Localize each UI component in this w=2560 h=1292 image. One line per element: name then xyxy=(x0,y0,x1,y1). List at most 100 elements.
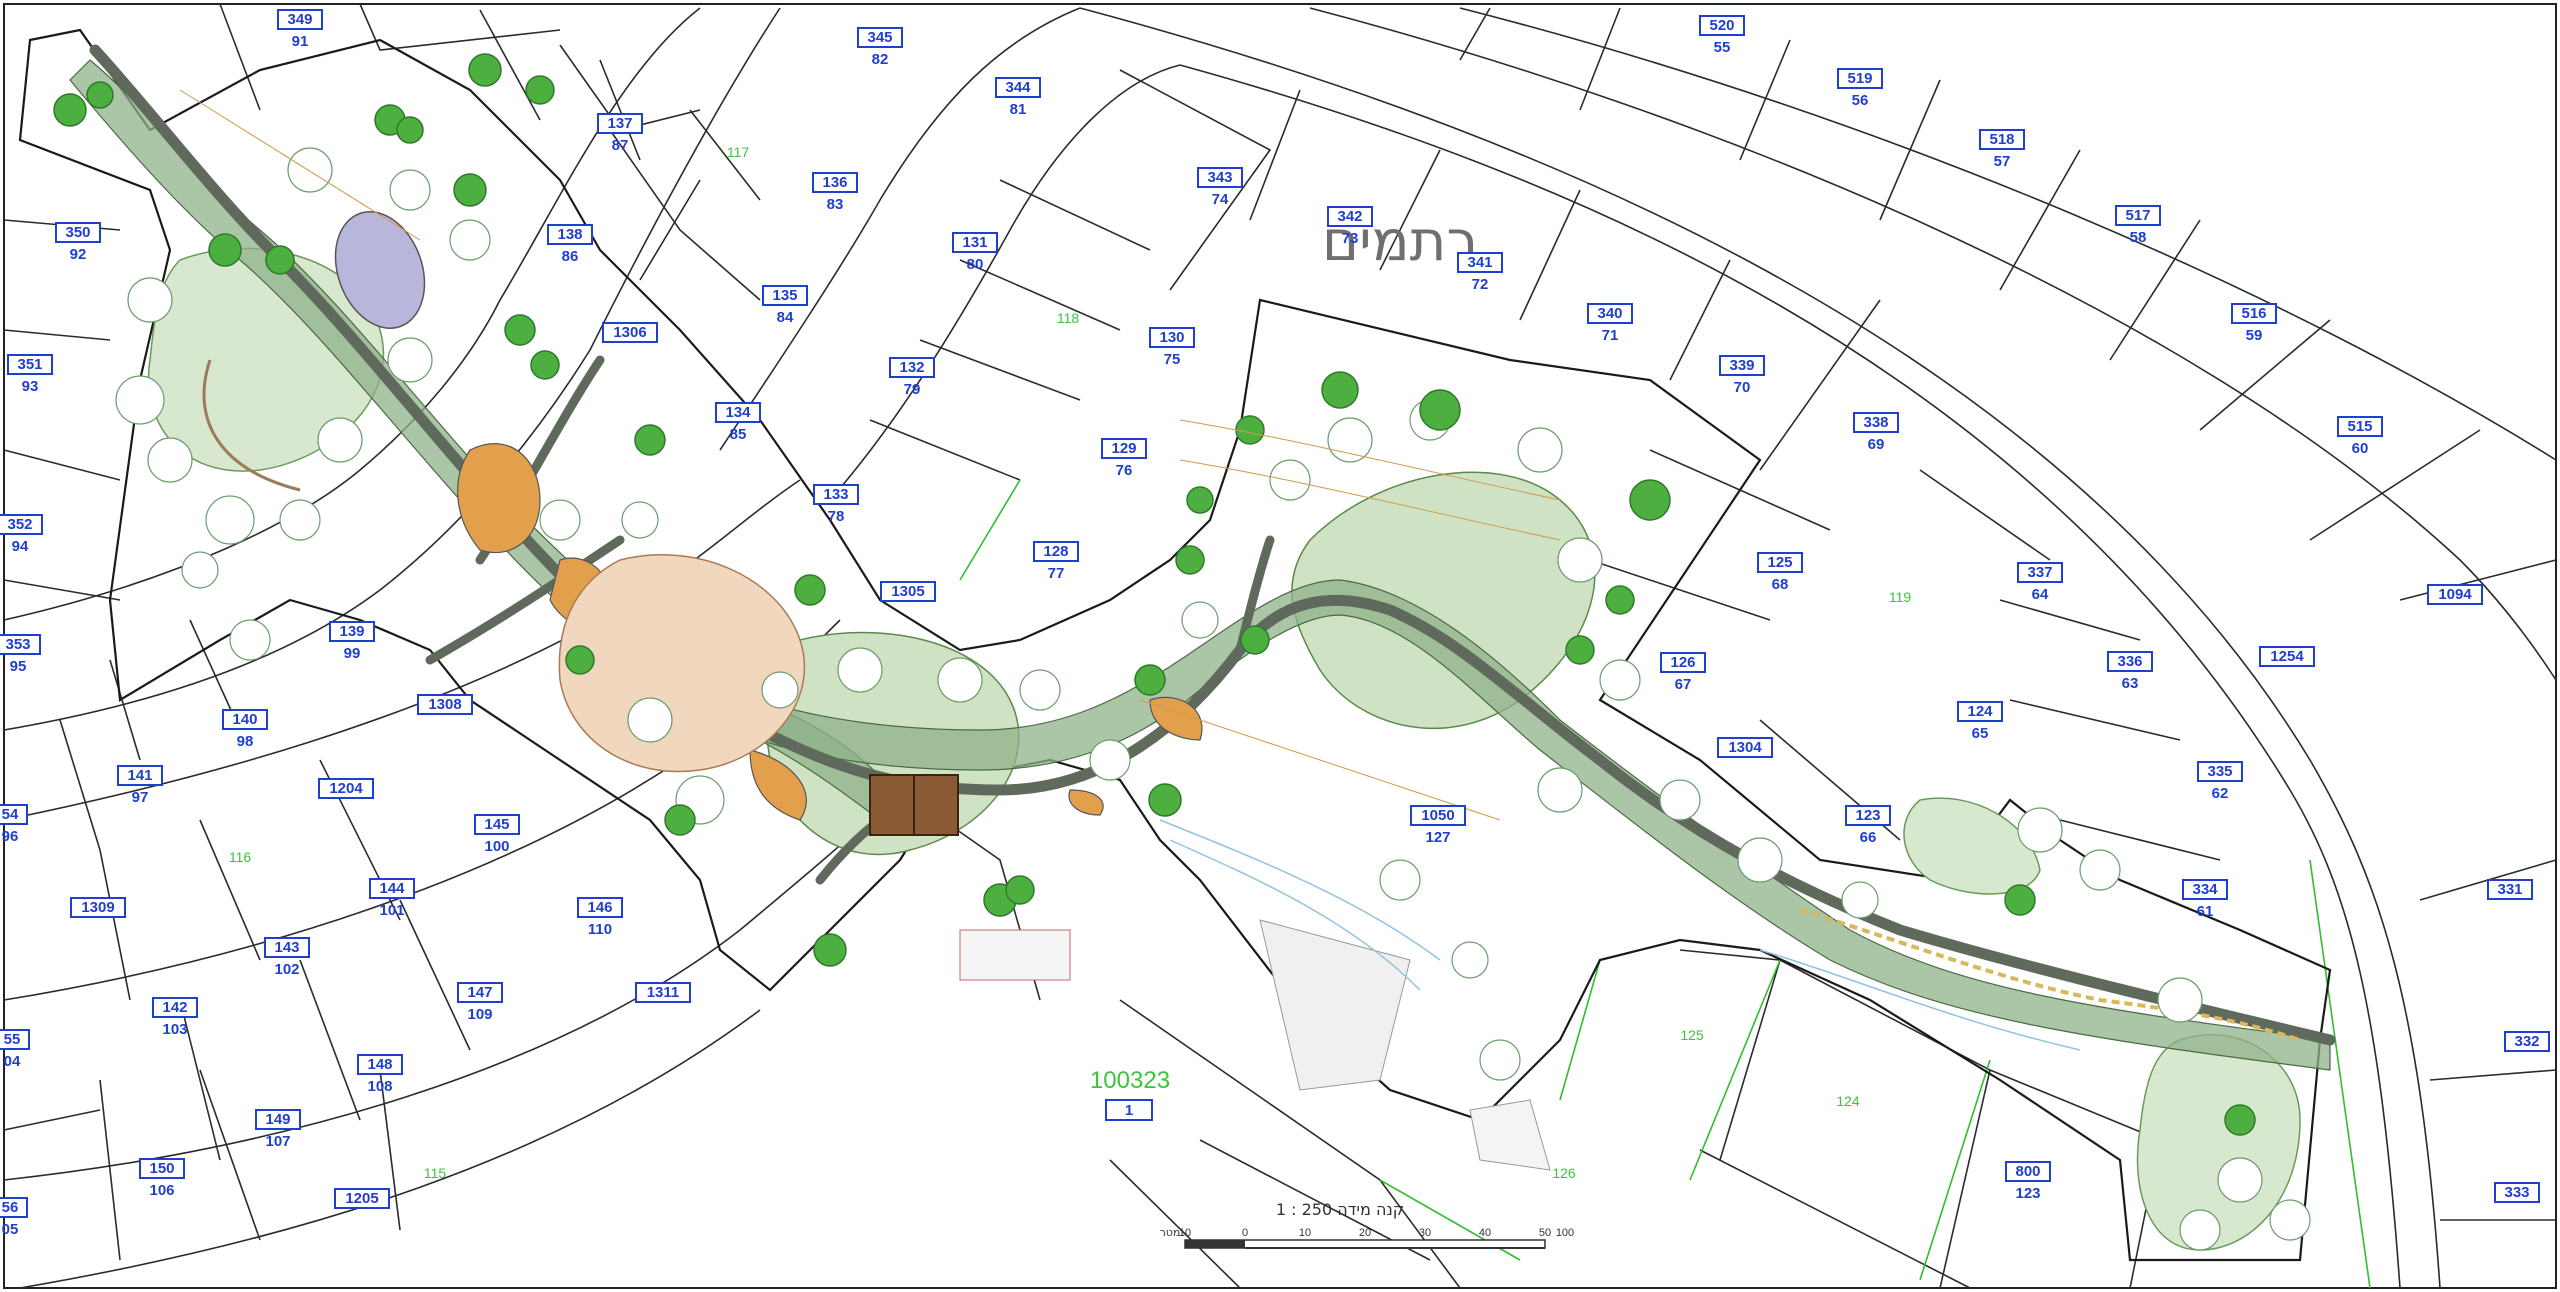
lot-sub-number: 94 xyxy=(12,538,29,555)
lot-sub-number: 69 xyxy=(1868,436,1885,453)
lot-sub-number: 83 xyxy=(827,196,844,213)
lot-number: 137 xyxy=(607,115,632,132)
svg-text:1: 1 xyxy=(1125,1102,1133,1119)
lot-sub-number: 66 xyxy=(1860,829,1877,846)
lot-number: 146 xyxy=(587,899,612,916)
lot-label: 35294 xyxy=(0,514,43,555)
lot-sub-number: 61 xyxy=(2197,903,2214,920)
lot-label: 5504 xyxy=(0,1029,30,1070)
area-number: 119 xyxy=(1889,589,1912,605)
lot-number: 1306 xyxy=(613,324,646,341)
lot-label: 1204 xyxy=(318,778,374,799)
lot-label: 13279 xyxy=(889,357,935,398)
lot-sub-number: 73 xyxy=(1342,230,1359,247)
lot-label: 33970 xyxy=(1719,355,1765,396)
lot-label: 34172 xyxy=(1457,252,1503,293)
lot-sub-number: 68 xyxy=(1772,576,1789,593)
lot-number: 338 xyxy=(1863,414,1888,431)
lot-sub-number: 55 xyxy=(1714,39,1731,56)
lot-sub-number: 63 xyxy=(2122,675,2139,692)
lot-sub-number: 100 xyxy=(484,838,509,855)
lot-number: 516 xyxy=(2241,305,2266,322)
lot-sub-number: 05 xyxy=(2,1221,19,1238)
lot-label: 13886 xyxy=(547,224,593,265)
lot-number: 1254 xyxy=(2270,648,2304,665)
lot-label: 142103 xyxy=(152,997,198,1038)
lot-number: 352 xyxy=(7,516,32,533)
lot-number: 1304 xyxy=(1728,739,1762,756)
scale-tick-label: 30 xyxy=(1419,1227,1431,1239)
lot-sub-number: 106 xyxy=(149,1182,174,1199)
lot-label: 331 xyxy=(2487,879,2533,900)
lot-label: 34481 xyxy=(995,77,1041,118)
lot-sub-number: 81 xyxy=(1010,101,1027,118)
lot-label: 1306 xyxy=(602,322,658,343)
lot-number: 1308 xyxy=(428,696,461,713)
lot-number: 128 xyxy=(1043,543,1068,560)
area-number: 116 xyxy=(229,849,252,865)
lot-number: 518 xyxy=(1989,131,2014,148)
lot-label: 13180 xyxy=(952,232,998,273)
lot-sub-number: 78 xyxy=(828,508,845,525)
lot-label: 1094 xyxy=(2427,584,2483,605)
lot-label: 149107 xyxy=(255,1109,301,1150)
scale-unit: מטר xyxy=(1160,1226,1181,1239)
lot-number: 149 xyxy=(265,1111,290,1128)
lot-label: 13378 xyxy=(813,484,859,525)
lot-number: 345 xyxy=(867,29,892,46)
lot-sub-number: 64 xyxy=(2032,586,2049,603)
lot-label: 5605 xyxy=(0,1197,28,1238)
lot-sub-number: 91 xyxy=(292,33,309,50)
lot-number: 1309 xyxy=(81,899,114,916)
lot-number: 1050 xyxy=(1421,807,1454,824)
lot-number: 148 xyxy=(367,1056,392,1073)
lot-sub-number: 93 xyxy=(22,378,39,395)
lot-label: 1304 xyxy=(1717,737,1773,758)
lot-sub-number: 110 xyxy=(588,921,612,938)
lot-sub-number: 127 xyxy=(1425,829,1450,846)
lot-label: 12667 xyxy=(1660,652,1706,693)
lot-label: 12366 xyxy=(1845,805,1891,846)
main-parcel-number: 100323 xyxy=(1090,1067,1170,1094)
lot-label: 147109 xyxy=(457,982,503,1023)
lot-sub-number: 71 xyxy=(1602,327,1619,344)
area-number: 126 xyxy=(1552,1165,1576,1181)
lot-label: 146110 xyxy=(577,897,623,938)
lot-number: 1204 xyxy=(329,780,363,797)
lot-number: 138 xyxy=(557,226,582,243)
scale-tick-label: 50 xyxy=(1539,1227,1551,1239)
lot-sub-number: 59 xyxy=(2246,327,2263,344)
lot-number: 332 xyxy=(2514,1033,2539,1050)
main-parcel-box: 1 xyxy=(1105,1099,1153,1121)
lot-sub-number: 109 xyxy=(467,1006,492,1023)
lot-sub-number: 76 xyxy=(1116,462,1133,479)
lot-label: 12976 xyxy=(1101,438,1147,479)
lot-label: 33663 xyxy=(2107,651,2153,692)
lot-number: 344 xyxy=(1005,79,1031,96)
lot-sub-number: 70 xyxy=(1734,379,1751,396)
lot-label: 51857 xyxy=(1979,129,2025,170)
lot-sub-number: 103 xyxy=(162,1021,187,1038)
lot-number: 1305 xyxy=(891,583,924,600)
lot-number: 331 xyxy=(2497,881,2522,898)
lot-number: 135 xyxy=(772,287,797,304)
scale-tick-label: 0 xyxy=(1242,1227,1248,1239)
lot-sub-number: 87 xyxy=(612,137,629,154)
lot-number: 800 xyxy=(2015,1163,2040,1180)
lot-label: 12877 xyxy=(1033,541,1079,582)
scale-tick-label: 20 xyxy=(1359,1227,1371,1239)
area-number: 117 xyxy=(727,144,750,160)
lot-number: 130 xyxy=(1159,329,1184,346)
scale-label: קנה מידה 250 : 1 xyxy=(1276,1200,1404,1219)
lot-sub-number: 82 xyxy=(872,51,889,68)
lot-sub-number: 62 xyxy=(2212,785,2229,802)
lot-label: 14098 xyxy=(222,709,268,750)
lot-sub-number: 107 xyxy=(265,1133,290,1150)
area-number-labels: 117 118 116 115 119 125 124 126 xyxy=(229,144,1912,1181)
lot-sub-number: 95 xyxy=(10,658,27,675)
lot-number: 515 xyxy=(2347,418,2372,435)
lot-number: 150 xyxy=(149,1160,174,1177)
lot-sub-number: 72 xyxy=(1472,276,1489,293)
lot-label: 1050 127 xyxy=(1410,805,1466,846)
lot-number: 123 xyxy=(1855,807,1880,824)
